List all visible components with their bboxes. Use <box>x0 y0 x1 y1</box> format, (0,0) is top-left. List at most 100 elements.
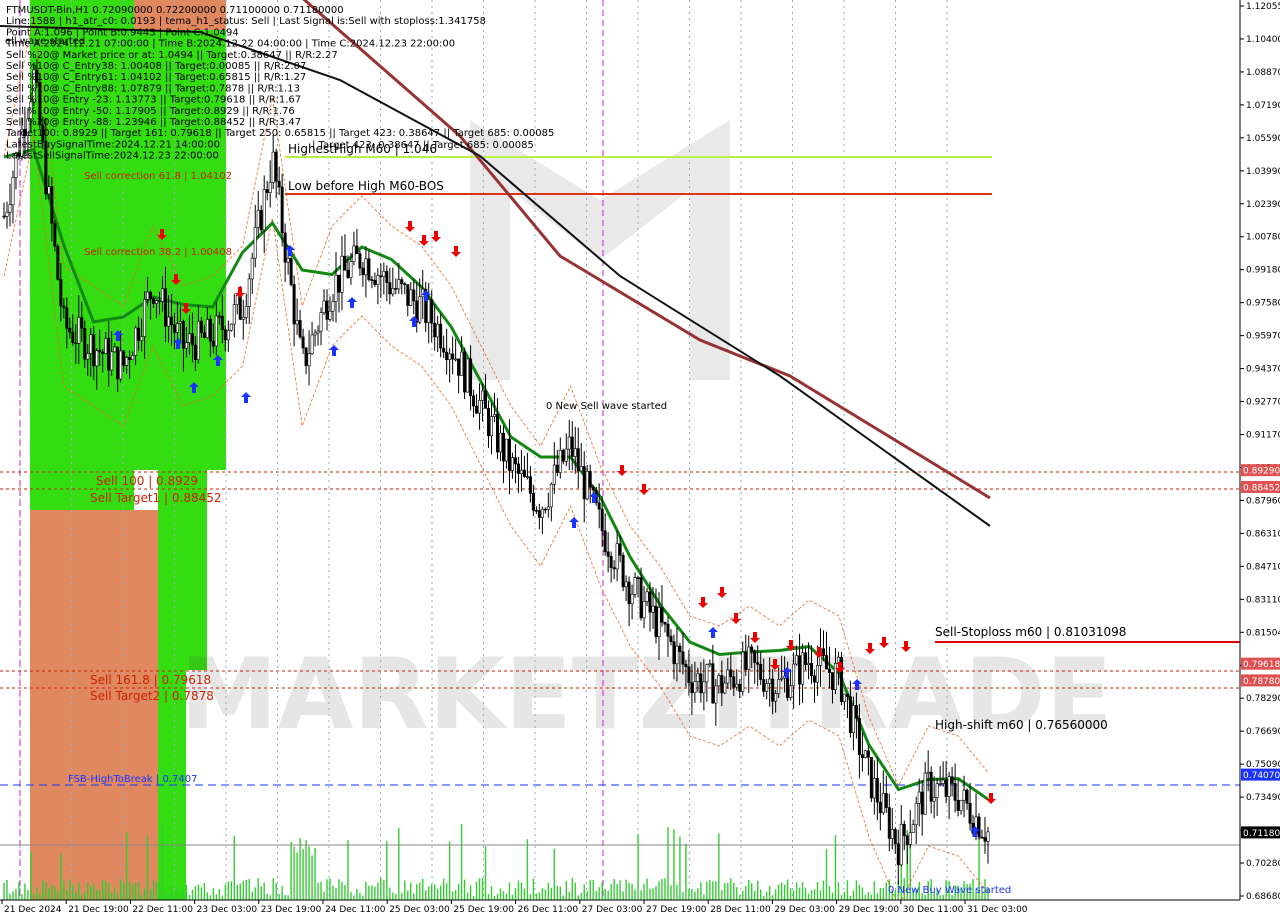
candle-body <box>140 336 144 341</box>
candle-body <box>472 395 476 407</box>
price-tick-label: 0.78290 <box>1246 694 1280 704</box>
candle-body <box>250 257 254 280</box>
candle-body <box>869 757 873 799</box>
candle-body <box>959 799 963 811</box>
candle-body <box>660 607 664 623</box>
candle-body <box>624 581 628 588</box>
candle-body <box>331 301 335 312</box>
price-tick-label: 0.86310 <box>1246 529 1280 539</box>
candle-body <box>495 413 499 453</box>
price-tick-label: 1.12055 <box>1246 2 1280 12</box>
candle-body <box>379 275 383 278</box>
candle-body <box>436 323 440 338</box>
candle-body <box>247 278 251 307</box>
time-tick-label: 29 Dec 19:00 <box>839 905 900 915</box>
candle-body <box>747 646 751 670</box>
candle-body <box>543 508 547 511</box>
price-tick-label: 1.10400 <box>1246 35 1280 45</box>
candle-body <box>872 778 876 799</box>
candle-body <box>498 432 502 453</box>
candle-body <box>609 556 613 568</box>
candle-body <box>549 483 553 508</box>
candle-body <box>376 275 380 285</box>
candle-body <box>232 304 236 325</box>
candle-body <box>938 783 942 785</box>
price-chart[interactable]: MARKETZITRADE Sell 100 | 0.8929 Sell Tar… <box>0 0 1280 920</box>
time-tick-label: 29 Dec 03:00 <box>774 905 835 915</box>
candle-body <box>116 346 120 380</box>
candle-body <box>540 508 544 518</box>
candle-body <box>319 312 323 332</box>
time-tick-label: 23 Dec 19:00 <box>261 905 322 915</box>
price-tick-label: 1.00780 <box>1246 233 1280 243</box>
candle-body <box>310 334 314 354</box>
candle-body <box>92 334 96 367</box>
candle-body <box>786 675 790 698</box>
candle-body <box>513 457 517 465</box>
candle-body <box>397 279 401 290</box>
candle-body <box>442 347 446 353</box>
candle-body <box>714 685 718 704</box>
time-tick-label: 23 Dec 03:00 <box>197 905 258 915</box>
time-tick-label: 27 Dec 19:00 <box>646 905 707 915</box>
candle-body <box>687 666 691 684</box>
candle-body <box>741 651 745 692</box>
candle-body <box>534 509 538 512</box>
candle-body <box>122 350 126 366</box>
candle-body <box>753 650 757 663</box>
candle-body <box>893 829 897 845</box>
candle-body <box>178 321 182 324</box>
candle-body <box>8 204 12 213</box>
price-tick-label: 0.83110 <box>1246 595 1280 605</box>
candle-body <box>935 783 939 798</box>
candle-body <box>205 319 209 338</box>
sell-100-label: Sell 100 | 0.8929 <box>96 474 198 488</box>
candle-body <box>256 210 260 228</box>
candle-body <box>675 645 679 665</box>
sell-161-label: Sell 161.8 | 0.79618 <box>90 673 211 687</box>
candle-body <box>950 776 954 784</box>
candle-body <box>202 332 206 338</box>
candle-body <box>986 831 990 842</box>
candle-body <box>558 449 562 473</box>
candle-body <box>187 333 191 343</box>
time-axis: 21 Dec 2024 21 Dec 19:00 22 Dec 11:00 23 De… <box>0 899 1280 920</box>
candle-body <box>980 836 984 839</box>
candle-body <box>866 750 870 758</box>
candle-body <box>567 436 571 450</box>
candle-body <box>582 466 586 500</box>
candle-body <box>292 284 296 325</box>
candle-body <box>801 652 805 685</box>
candle-body <box>481 390 485 401</box>
candle-body <box>199 320 203 334</box>
candle-body <box>630 593 634 604</box>
candle-body <box>510 457 514 471</box>
price-tick-label: 1.07190 <box>1246 101 1280 111</box>
candle-body <box>469 358 473 397</box>
candle-body <box>134 327 138 356</box>
price-tick-label: 1.03990 <box>1246 167 1280 177</box>
candle-body <box>552 464 556 485</box>
candle-body <box>334 274 338 302</box>
candle-body <box>857 718 861 755</box>
time-tick-label: 28 Dec 11:00 <box>710 905 771 915</box>
candle-body <box>451 353 455 360</box>
candle-body <box>822 648 826 656</box>
candle-body <box>669 635 673 642</box>
candle-body <box>328 310 332 320</box>
candle-body <box>184 342 188 349</box>
price-marker-label: 0.71180 <box>1243 829 1280 839</box>
candle-body <box>439 323 443 349</box>
candle-body <box>597 502 601 510</box>
candle-body <box>591 487 595 491</box>
candle-body <box>881 793 885 814</box>
candle-body <box>110 351 114 371</box>
candle-body <box>445 351 449 360</box>
candle-body <box>358 253 362 269</box>
price-tick-label: 1.02390 <box>1246 200 1280 210</box>
candle-body <box>166 316 170 327</box>
candle-body <box>863 750 867 758</box>
candle-body <box>651 605 655 613</box>
candle-body <box>941 779 945 784</box>
candle-body <box>678 645 682 653</box>
